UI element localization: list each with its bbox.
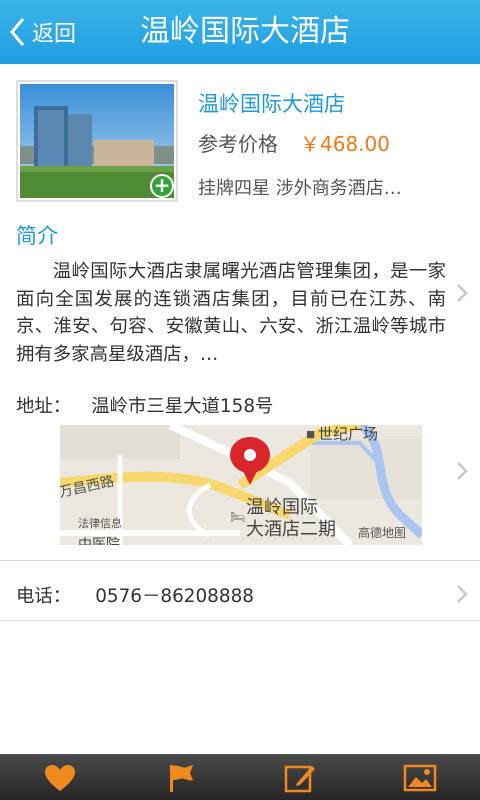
map-label-poi2: 大酒店二期 bbox=[246, 519, 336, 539]
divider bbox=[0, 620, 480, 621]
add-photo-icon[interactable]: + bbox=[150, 174, 174, 198]
price-value: ￥468.00 bbox=[300, 132, 390, 156]
address-row: 地址： 温岭市三星大道158号 bbox=[16, 392, 273, 418]
hotel-tags: 挂牌四星 涉外商务酒店… bbox=[198, 178, 402, 199]
heart-icon bbox=[45, 764, 75, 791]
divider bbox=[0, 560, 480, 561]
hotel-photo[interactable]: + bbox=[16, 80, 178, 202]
flag-icon bbox=[170, 764, 193, 792]
photo-icon bbox=[403, 764, 437, 791]
title-bar: 返回 温岭国际大酒店 bbox=[0, 0, 480, 64]
phone-row[interactable]: 电话： 0576－86208888 bbox=[16, 582, 254, 608]
tab-photo[interactable] bbox=[360, 755, 480, 800]
intro-text[interactable]: 温岭国际大酒店隶属曙光酒店管理集团，是一家面向全国发展的连锁酒店集团，目前已在江… bbox=[16, 258, 446, 368]
svg-text:■: ■ bbox=[306, 426, 315, 443]
page-title: 温岭国际大酒店 bbox=[140, 14, 350, 49]
hotel-name: 温岭国际大酒店 bbox=[198, 92, 345, 116]
map-image: ■ 世纪广场 万昌西路 法律信息 中医院 温岭国际 大酒店二期 🛏 高德地图 bbox=[60, 425, 422, 545]
bottom-tab-bar bbox=[0, 754, 480, 800]
tab-edit[interactable] bbox=[240, 755, 360, 800]
intro-title: 简介 bbox=[16, 224, 58, 248]
map-label-hospital: 中医院 bbox=[78, 536, 120, 545]
phone-label: 电话： bbox=[16, 586, 72, 607]
address-label: 地址： bbox=[16, 396, 72, 417]
svg-text:🛏: 🛏 bbox=[230, 510, 245, 524]
chevron-right-icon[interactable] bbox=[455, 460, 469, 482]
address-value: 温岭市三星大道158号 bbox=[91, 396, 274, 417]
chevron-right-icon[interactable] bbox=[455, 583, 469, 605]
tab-favorite[interactable] bbox=[0, 755, 120, 800]
tab-flag[interactable] bbox=[120, 755, 240, 800]
price-row: 参考价格 ￥468.00 bbox=[198, 128, 390, 157]
price-label: 参考价格 bbox=[198, 132, 278, 156]
edit-icon bbox=[284, 765, 315, 792]
location-map[interactable]: ■ 世纪广场 万昌西路 法律信息 中医院 温岭国际 大酒店二期 🛏 高德地图 bbox=[60, 425, 422, 545]
map-label-plaza: 世纪广场 bbox=[318, 426, 378, 443]
hotel-summary: + 温岭国际大酒店 参考价格 ￥468.00 挂牌四星 涉外商务酒店… bbox=[0, 64, 480, 214]
map-label-legal: 法律信息 bbox=[78, 516, 122, 530]
chevron-right-icon[interactable] bbox=[455, 282, 469, 304]
map-label-poi: 温岭国际 bbox=[246, 497, 318, 517]
map-label-brand: 高德地图 bbox=[358, 525, 406, 540]
phone-value: 0576－86208888 bbox=[95, 586, 254, 607]
